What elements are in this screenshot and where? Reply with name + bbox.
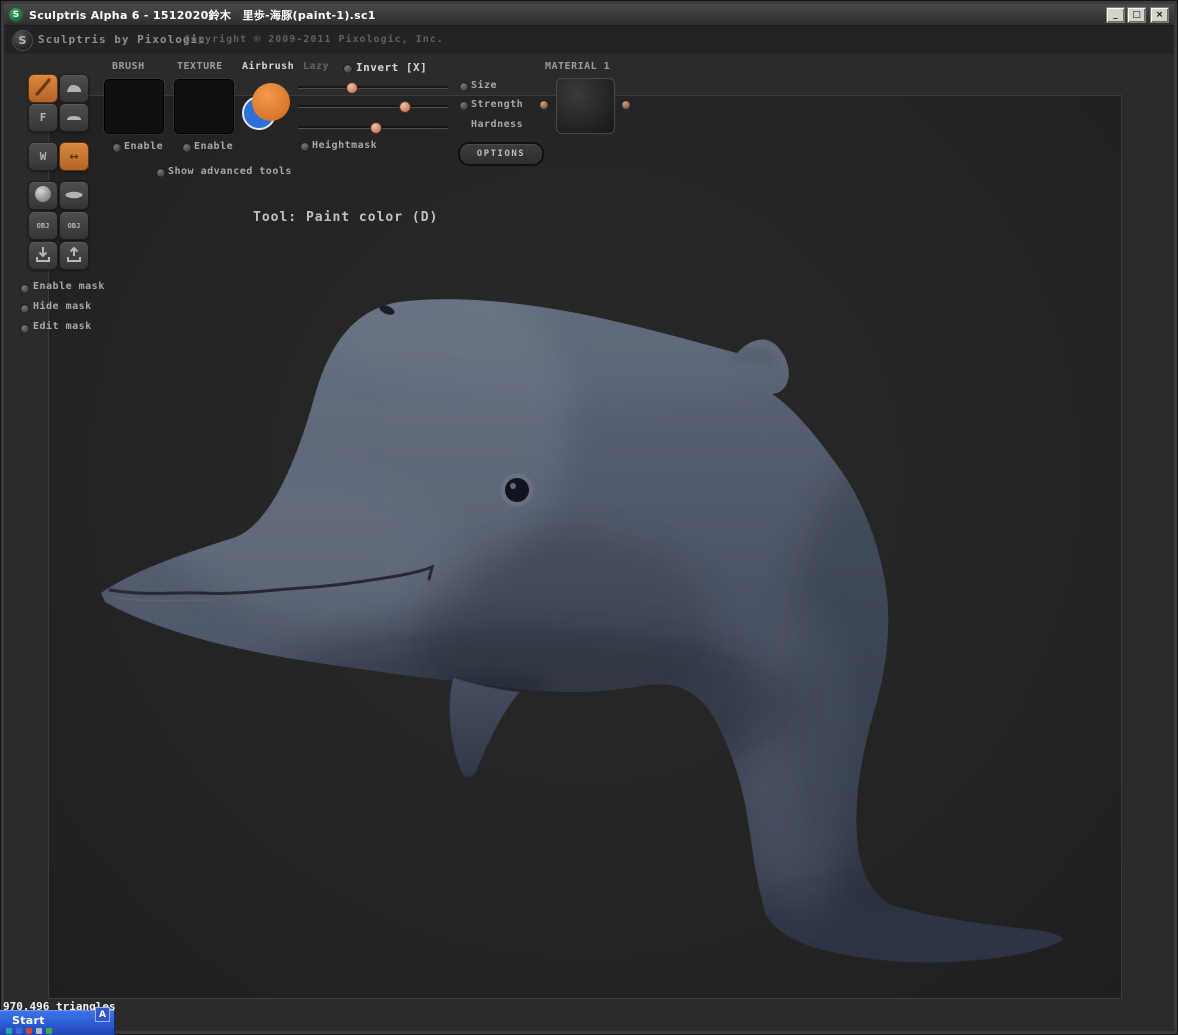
window-title: Sculptris Alpha 6 - 1512020鈴木 里歩-海豚(pain… [29, 8, 376, 22]
enable-mask-label: Enable mask [33, 281, 105, 292]
wireframe-label: W [39, 150, 47, 163]
strength-slider[interactable] [298, 100, 448, 113]
paint-brush-button[interactable] [28, 74, 58, 103]
strength-slider-handle[interactable] [398, 101, 411, 113]
fill-button[interactable]: F [28, 103, 58, 132]
texture-section-label: TEXTURE [177, 61, 223, 72]
copyright-text: Copyright © 2009-2011 Pixologic, Inc. [184, 34, 444, 45]
show-advanced-label: Show advanced tools [168, 166, 292, 177]
brush-swatch[interactable] [104, 79, 164, 134]
strength-label: Strength [471, 99, 524, 110]
app-window: S Sculptris Alpha 6 - 1512020鈴木 里歩-海豚(pa… [0, 0, 1178, 1035]
symmetry-arrows-icon: ↔ [69, 150, 79, 163]
size-label: Size [471, 80, 498, 91]
start-button[interactable]: Start [12, 1014, 45, 1027]
save-button[interactable] [28, 241, 58, 270]
clay-brush-button[interactable] [59, 74, 89, 103]
brush-enable-label: Enable [124, 141, 164, 152]
obj-import-label: OBJ [36, 221, 50, 230]
quick-launch-area [6, 1028, 52, 1034]
edit-mask-label: Edit mask [33, 321, 92, 332]
material-prev-dot[interactable] [539, 100, 549, 110]
new-sphere-button[interactable] [28, 181, 58, 210]
viewport-3d[interactable] [48, 95, 1122, 999]
airbrush-label: Airbrush [242, 61, 295, 72]
brand-text: Sculptris by Pixologic [38, 33, 206, 46]
open-icon [64, 244, 84, 267]
paint-color-swatch[interactable] [240, 82, 296, 136]
obj-export-label: OBJ [67, 221, 81, 230]
flatten-icon [64, 106, 84, 129]
show-advanced-radio[interactable] [156, 168, 166, 178]
quick-launch-icon[interactable] [6, 1028, 12, 1034]
options-button[interactable]: OPTIONS [458, 142, 544, 166]
enable-mask-radio[interactable] [20, 284, 30, 294]
open-button[interactable] [59, 241, 89, 270]
lazy-label: Lazy [303, 61, 330, 72]
pixologic-logo-icon: S [12, 30, 33, 51]
sphere-icon [33, 184, 53, 207]
heightmask-label: Heightmask [312, 140, 378, 151]
clay-icon [64, 77, 84, 100]
texture-enable-label: Enable [194, 141, 234, 152]
edit-mask-radio[interactable] [20, 324, 30, 334]
maximize-button[interactable]: □ [1127, 6, 1146, 23]
app-logo-icon: S [9, 7, 23, 22]
texture-enable-radio[interactable] [182, 143, 192, 153]
material-next-dot[interactable] [621, 100, 631, 110]
plane-icon [64, 184, 84, 207]
hardness-label: Hardness [471, 119, 524, 130]
heightmask-radio[interactable] [300, 142, 310, 152]
tool-status-text: Tool: Paint color (D) [253, 210, 439, 225]
size-radio[interactable] [459, 82, 469, 92]
quick-launch-icon[interactable] [26, 1028, 32, 1034]
invert-radio[interactable] [343, 64, 353, 74]
strength-slider-track [298, 105, 448, 108]
material-swatch[interactable] [556, 78, 615, 134]
wireframe-button[interactable]: W [28, 142, 58, 171]
hardness-slider-handle[interactable] [370, 122, 382, 134]
material-section-label: MATERIAL 1 [545, 61, 611, 72]
texture-swatch[interactable] [174, 79, 234, 134]
quick-launch-icon[interactable] [16, 1028, 22, 1034]
hide-mask-radio[interactable] [20, 304, 30, 314]
import-obj-button[interactable]: OBJ [28, 211, 58, 240]
app-header: S Sculptris by Pixologic Copyright © 200… [4, 26, 1174, 54]
hardness-slider[interactable] [298, 121, 448, 134]
hide-mask-label: Hide mask [33, 301, 92, 312]
quick-launch-icon[interactable] [36, 1028, 42, 1034]
brush-enable-radio[interactable] [112, 143, 122, 153]
size-slider[interactable] [298, 81, 448, 94]
ime-language-badge[interactable]: A [95, 1007, 110, 1022]
fill-label: F [39, 111, 47, 124]
taskbar: Start A [0, 1007, 115, 1035]
options-label: OPTIONS [476, 149, 526, 159]
close-button[interactable]: × [1150, 6, 1169, 23]
size-slider-handle[interactable] [346, 82, 358, 94]
titlebar: S Sculptris Alpha 6 - 1512020鈴木 里歩-海豚(pa… [4, 4, 1174, 26]
invert-label: Invert [X] [356, 61, 428, 74]
brush-section-label: BRUSH [112, 61, 145, 72]
size-slider-track [298, 86, 448, 89]
export-obj-button[interactable]: OBJ [59, 211, 89, 240]
dolphin-model [101, 299, 1063, 963]
save-icon [33, 244, 53, 267]
quick-launch-icon[interactable] [46, 1028, 52, 1034]
flatten-button[interactable] [59, 103, 89, 132]
symmetry-button[interactable]: ↔ [59, 142, 89, 171]
brush-icon [33, 77, 53, 100]
strength-radio[interactable] [459, 101, 469, 111]
minimize-button[interactable]: _ [1106, 6, 1125, 23]
new-plane-button[interactable] [59, 181, 89, 210]
color-circles-icon [242, 83, 290, 130]
